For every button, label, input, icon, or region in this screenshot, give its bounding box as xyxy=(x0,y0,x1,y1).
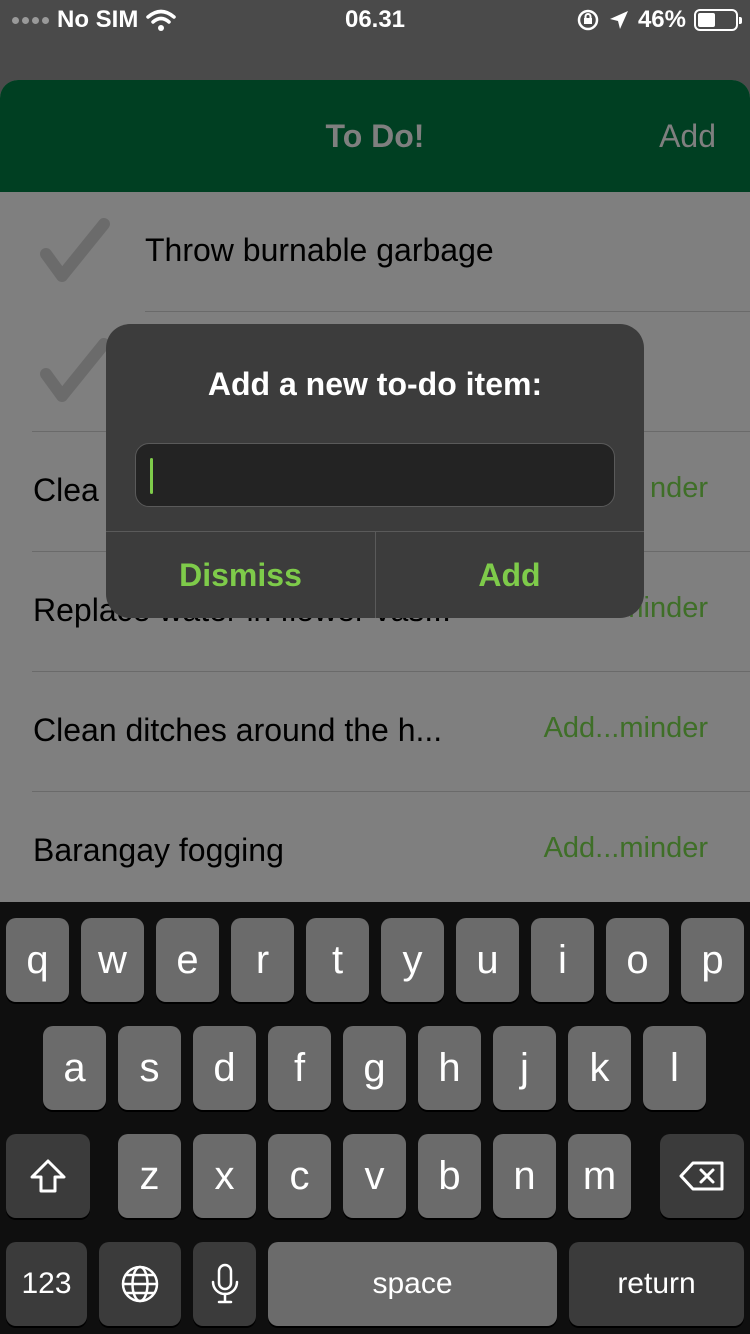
list-item[interactable]: Throw burnable garbage xyxy=(0,192,750,312)
key-z[interactable]: z xyxy=(118,1134,181,1218)
dialog-add-button[interactable]: Add xyxy=(375,532,644,618)
numbers-key[interactable]: 123 xyxy=(6,1242,87,1326)
key-b[interactable]: b xyxy=(418,1134,481,1218)
key-l[interactable]: l xyxy=(643,1026,706,1110)
checkmark-icon xyxy=(40,338,110,402)
list-item-text: Barangay fogging xyxy=(33,832,284,868)
battery-icon xyxy=(694,9,742,31)
list-item[interactable]: Barangay fogging Add...minder xyxy=(0,792,750,912)
list-item-text: Clean ditches around the h... xyxy=(33,712,443,748)
shift-arrow-icon xyxy=(30,1159,66,1193)
key-p[interactable]: p xyxy=(681,918,744,1002)
key-a[interactable]: a xyxy=(43,1026,106,1110)
battery-percent: 46% xyxy=(637,6,686,33)
space-key[interactable]: space xyxy=(268,1242,557,1326)
nav-title: To Do! xyxy=(325,118,425,154)
dismiss-button[interactable]: Dismiss xyxy=(106,532,375,618)
add-reminder-button[interactable]: Add...minder xyxy=(544,832,708,865)
status-right: 46% xyxy=(576,6,742,34)
key-v[interactable]: v xyxy=(343,1134,406,1218)
checkmark-icon xyxy=(40,218,110,282)
backspace-key[interactable] xyxy=(660,1134,744,1218)
globe-key[interactable] xyxy=(99,1242,181,1326)
microphone-icon xyxy=(211,1263,238,1304)
dictation-key[interactable] xyxy=(193,1242,256,1326)
key-j[interactable]: j xyxy=(493,1026,556,1110)
list-item-text: Throw burnable garbage xyxy=(145,232,494,268)
key-u[interactable]: u xyxy=(456,918,519,1002)
nav-add-button[interactable]: Add xyxy=(659,118,716,155)
keyboard: q w e r t y u i o p a s d f g h j k l z … xyxy=(0,902,750,1334)
key-d[interactable]: d xyxy=(193,1026,256,1110)
key-f[interactable]: f xyxy=(268,1026,331,1110)
add-reminder-button[interactable]: Add...minder xyxy=(544,712,708,745)
key-g[interactable]: g xyxy=(343,1026,406,1110)
list-item-text: Clea xyxy=(33,472,99,508)
key-y[interactable]: y xyxy=(381,918,444,1002)
dialog-title: Add a new to-do item: xyxy=(207,366,543,402)
key-k[interactable]: k xyxy=(568,1026,631,1110)
key-i[interactable]: i xyxy=(531,918,594,1002)
key-r[interactable]: r xyxy=(231,918,294,1002)
key-c[interactable]: c xyxy=(268,1134,331,1218)
key-x[interactable]: x xyxy=(193,1134,256,1218)
key-h[interactable]: h xyxy=(418,1026,481,1110)
add-item-dialog: Add a new to-do item: Dismiss Add xyxy=(106,324,644,618)
key-q[interactable]: q xyxy=(6,918,69,1002)
key-w[interactable]: w xyxy=(81,918,144,1002)
backspace-icon xyxy=(679,1161,724,1191)
key-t[interactable]: t xyxy=(306,918,369,1002)
rotation-lock-icon xyxy=(577,9,599,31)
globe-icon xyxy=(121,1265,159,1303)
key-o[interactable]: o xyxy=(606,918,669,1002)
shift-key[interactable] xyxy=(6,1134,90,1218)
location-icon xyxy=(609,11,628,29)
key-s[interactable]: s xyxy=(118,1026,181,1110)
todo-text-field[interactable] xyxy=(135,443,615,507)
key-m[interactable]: m xyxy=(568,1134,631,1218)
key-e[interactable]: e xyxy=(156,918,219,1002)
list-item[interactable]: Clean ditches around the h... Add...mind… xyxy=(0,672,750,792)
text-caret xyxy=(150,458,153,494)
key-n[interactable]: n xyxy=(493,1134,556,1218)
return-key[interactable]: return xyxy=(569,1242,744,1326)
nav-bar: To Do! Add xyxy=(0,80,750,192)
add-reminder-button[interactable]: nder xyxy=(650,472,708,505)
status-bar: No SIM 06.31 46% xyxy=(0,0,750,40)
